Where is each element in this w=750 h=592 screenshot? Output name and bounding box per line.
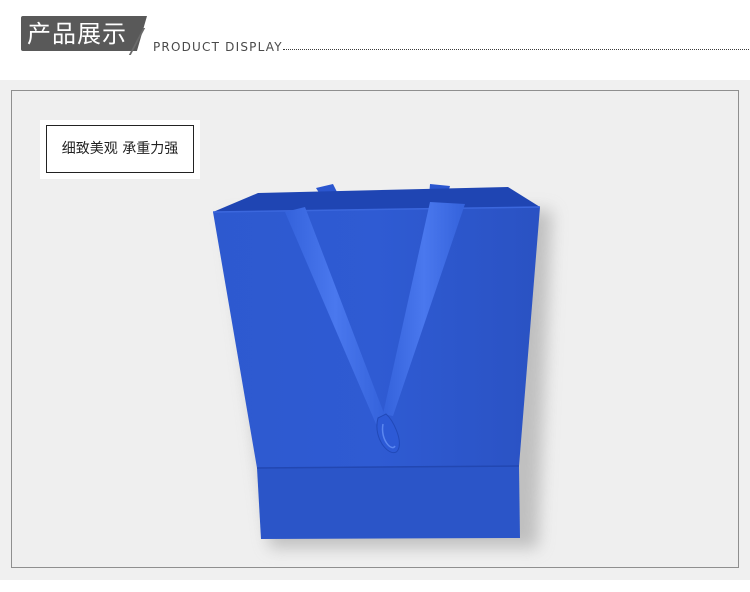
product-image <box>212 184 552 548</box>
bag-front-panel <box>212 206 541 539</box>
